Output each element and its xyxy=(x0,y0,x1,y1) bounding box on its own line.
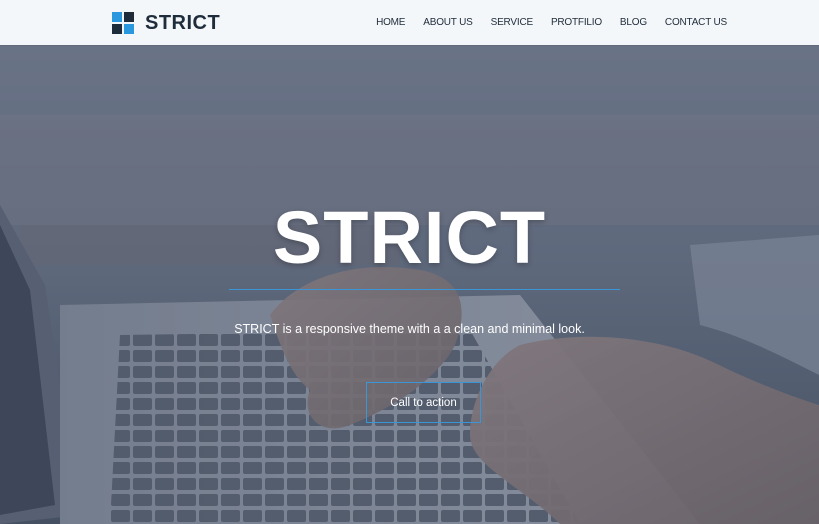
nav-service[interactable]: SERVICE xyxy=(491,17,534,28)
nav-about-us[interactable]: ABOUT US xyxy=(423,17,473,28)
hero-subtitle: STRICT is a responsive theme with a a cl… xyxy=(234,322,585,336)
nav-home[interactable]: HOME xyxy=(376,17,405,28)
hero-section: STRICT STRICT is a responsive theme with… xyxy=(0,45,819,524)
hero-overlay xyxy=(0,45,819,524)
nav-blog[interactable]: BLOG xyxy=(620,17,647,28)
nav-portfolio[interactable]: PROTFILIO xyxy=(551,17,602,28)
site-header: STRICT HOME ABOUT US SERVICE PROTFILIO B… xyxy=(0,0,819,45)
call-to-action-button[interactable]: Call to action xyxy=(366,382,481,423)
main-nav: HOME ABOUT US SERVICE PROTFILIO BLOG CON… xyxy=(358,0,727,45)
logo-text: STRICT xyxy=(145,11,221,34)
logo-icon xyxy=(112,12,134,34)
hero-divider xyxy=(229,289,620,290)
site-logo[interactable]: STRICT xyxy=(112,11,220,35)
hero-title: STRICT xyxy=(272,196,547,279)
nav-contact-us[interactable]: CONTACT US xyxy=(665,17,727,28)
